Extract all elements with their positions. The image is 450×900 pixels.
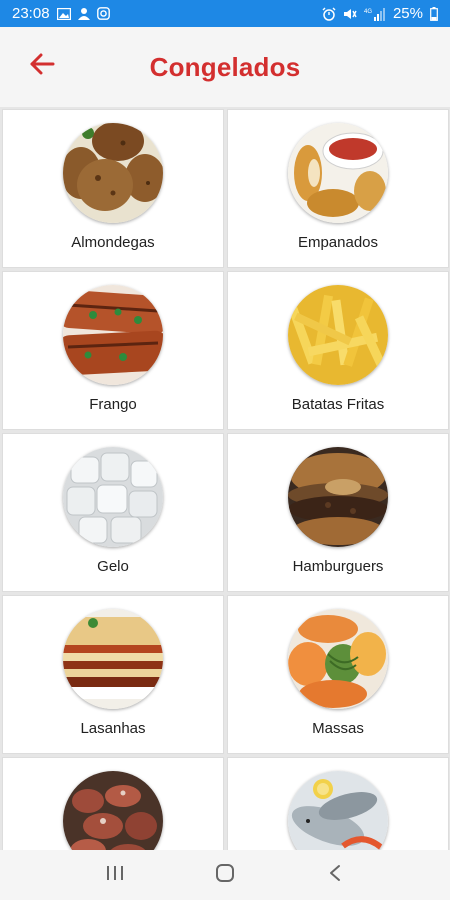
grilled-chicken-photo (63, 285, 163, 385)
status-left: 23:08 (12, 5, 110, 22)
category-card-frango[interactable]: Frango (2, 271, 224, 430)
pasta-photo (288, 609, 388, 709)
recent-apps-button[interactable] (95, 855, 135, 895)
page-title: Congelados (149, 51, 301, 82)
network-type: 4G (364, 9, 372, 15)
account-icon (77, 7, 90, 20)
category-label: Frango (89, 396, 137, 413)
category-label: Batatas Fritas (291, 396, 385, 413)
breaded-chicken-photo (288, 123, 388, 223)
french-fries-photo (288, 285, 388, 385)
category-card-almondegas[interactable]: Almondegas (2, 109, 224, 268)
lasagna-photo (63, 609, 163, 709)
category-card-empanados[interactable]: Empanados (227, 109, 449, 268)
image-icon (56, 7, 71, 20)
category-card-batatas-fritas[interactable]: Batatas Fritas (227, 271, 449, 430)
back-icon (328, 864, 342, 887)
recent-apps-icon (105, 865, 125, 886)
signal-icon: 4G (364, 7, 386, 21)
system-nav-bar (0, 850, 450, 900)
category-card-seafood[interactable] (227, 757, 449, 850)
ice-cubes-photo (63, 447, 163, 547)
seafood-photo (288, 771, 388, 850)
mute-icon (343, 7, 357, 21)
status-bar: 23:08 4G 25% (0, 0, 450, 27)
home-button[interactable] (205, 855, 245, 895)
alarm-icon (322, 7, 336, 21)
app-header: Congelados (0, 27, 450, 107)
home-icon (215, 863, 235, 888)
hamburger-photo (288, 447, 388, 547)
category-label: Massas (312, 720, 364, 737)
status-time: 23:08 (12, 5, 50, 22)
status-right: 4G 25% (322, 5, 438, 22)
system-back-button[interactable] (315, 855, 355, 895)
category-card-gelo[interactable]: Gelo (2, 433, 224, 592)
meat-cuts-photo (63, 771, 163, 850)
arrow-left-icon (29, 53, 55, 80)
category-label: Lasanhas (80, 720, 146, 737)
battery-icon (430, 6, 438, 21)
category-grid-scroll[interactable]: Almondegas Empanados Frango Batatas Frit… (0, 107, 450, 850)
battery-percent: 25% (392, 5, 423, 22)
category-label: Gelo (97, 558, 129, 575)
meatballs-photo (63, 123, 163, 223)
category-grid: Almondegas Empanados Frango Batatas Frit… (0, 107, 450, 850)
category-label: Hamburguers (292, 558, 384, 575)
instagram-icon (96, 7, 110, 20)
category-card-lasanhas[interactable]: Lasanhas (2, 595, 224, 754)
category-card-massas[interactable]: Massas (227, 595, 449, 754)
category-label: Almondegas (71, 234, 155, 251)
back-button[interactable] (22, 49, 62, 83)
category-card-hamburguers[interactable]: Hamburguers (227, 433, 449, 592)
category-label: Empanados (297, 234, 379, 251)
category-card-meat[interactable] (2, 757, 224, 850)
